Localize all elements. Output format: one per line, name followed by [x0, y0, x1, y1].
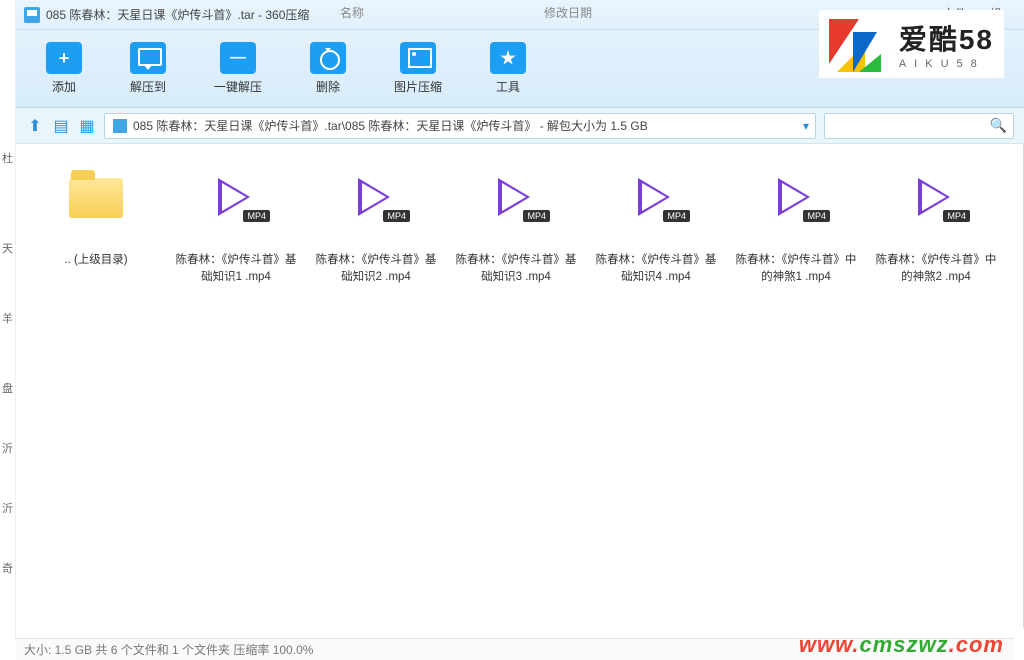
up-button[interactable]: ⬆ [26, 117, 44, 135]
file-item[interactable]: MP4 陈春林：《炉传斗首》基础知识4 .mp4 [586, 164, 726, 294]
image-compress-button[interactable]: 图片压缩 [394, 42, 442, 95]
video-icon: MP4 [912, 174, 960, 222]
video-icon: MP4 [772, 174, 820, 222]
path-bar: ⬆ ▤ ▦ 085 陈春林：天星日课《炉传斗首》.tar\085 陈春林：天星日… [16, 108, 1024, 144]
video-icon: MP4 [632, 174, 680, 222]
file-grid: .. (上级目录) MP4 陈春林：《炉传斗首》基础知识1 .mp4 MP4 陈… [16, 144, 1024, 628]
add-icon [46, 42, 82, 74]
oneclick-extract-button[interactable]: 一键解压 [214, 42, 262, 95]
file-item[interactable]: MP4 陈春林：《炉传斗首》基础知识1 .mp4 [166, 164, 306, 294]
view-grid-button[interactable]: ▦ [78, 117, 96, 135]
left-edge-sliver: 杜 天 羊 盘 沂 沂 奇 [0, 0, 16, 640]
search-box[interactable]: 🔍 [824, 113, 1014, 139]
folder-icon [69, 178, 123, 218]
video-icon: MP4 [352, 174, 400, 222]
add-button[interactable]: 添加 [46, 42, 82, 95]
archive-small-icon [113, 119, 127, 133]
view-list-button[interactable]: ▤ [52, 117, 70, 135]
image-icon [400, 42, 436, 74]
path-text: 085 陈春林：天星日课《炉传斗首》.tar\085 陈春林：天星日课《炉传斗首… [133, 117, 648, 134]
extract-icon [130, 42, 166, 74]
search-icon[interactable]: 🔍 [990, 117, 1007, 134]
url-watermark: www.cmszwz.com [799, 632, 1004, 658]
chevron-down-icon[interactable]: ▾ [803, 119, 809, 133]
parent-folder-item[interactable]: .. (上级目录) [26, 164, 166, 294]
archive-icon [24, 7, 40, 23]
file-item[interactable]: MP4 陈春林：《炉传斗首》基础知识2 .mp4 [306, 164, 446, 294]
video-icon: MP4 [212, 174, 260, 222]
delete-icon [310, 42, 346, 74]
window-title: 085 陈春林：天星日课《炉传斗首》.tar - 360压缩 [46, 6, 309, 23]
tools-icon [490, 42, 526, 74]
background-column-headers: 名称修改日期 [340, 4, 772, 21]
video-icon: MP4 [492, 174, 540, 222]
search-input[interactable] [831, 119, 990, 133]
brand-logo: 爱酷58 AIKU58 [819, 10, 1004, 78]
oneclick-icon [220, 42, 256, 74]
file-item[interactable]: MP4 陈春林：《炉传斗首》中的神煞2 .mp4 [866, 164, 1006, 294]
file-item[interactable]: MP4 陈春林：《炉传斗首》基础知识3 .mp4 [446, 164, 586, 294]
delete-button[interactable]: 删除 [310, 42, 346, 95]
tools-button[interactable]: 工具 [490, 42, 526, 95]
status-text: 大小: 1.5 GB 共 6 个文件和 1 个文件夹 压缩率 100.0% [24, 641, 313, 658]
path-input[interactable]: 085 陈春林：天星日课《炉传斗首》.tar\085 陈春林：天星日课《炉传斗首… [104, 113, 816, 139]
file-item[interactable]: MP4 陈春林：《炉传斗首》中的神煞1 .mp4 [726, 164, 866, 294]
extract-to-button[interactable]: 解压到 [130, 42, 166, 95]
logo-mark-icon [829, 14, 889, 74]
